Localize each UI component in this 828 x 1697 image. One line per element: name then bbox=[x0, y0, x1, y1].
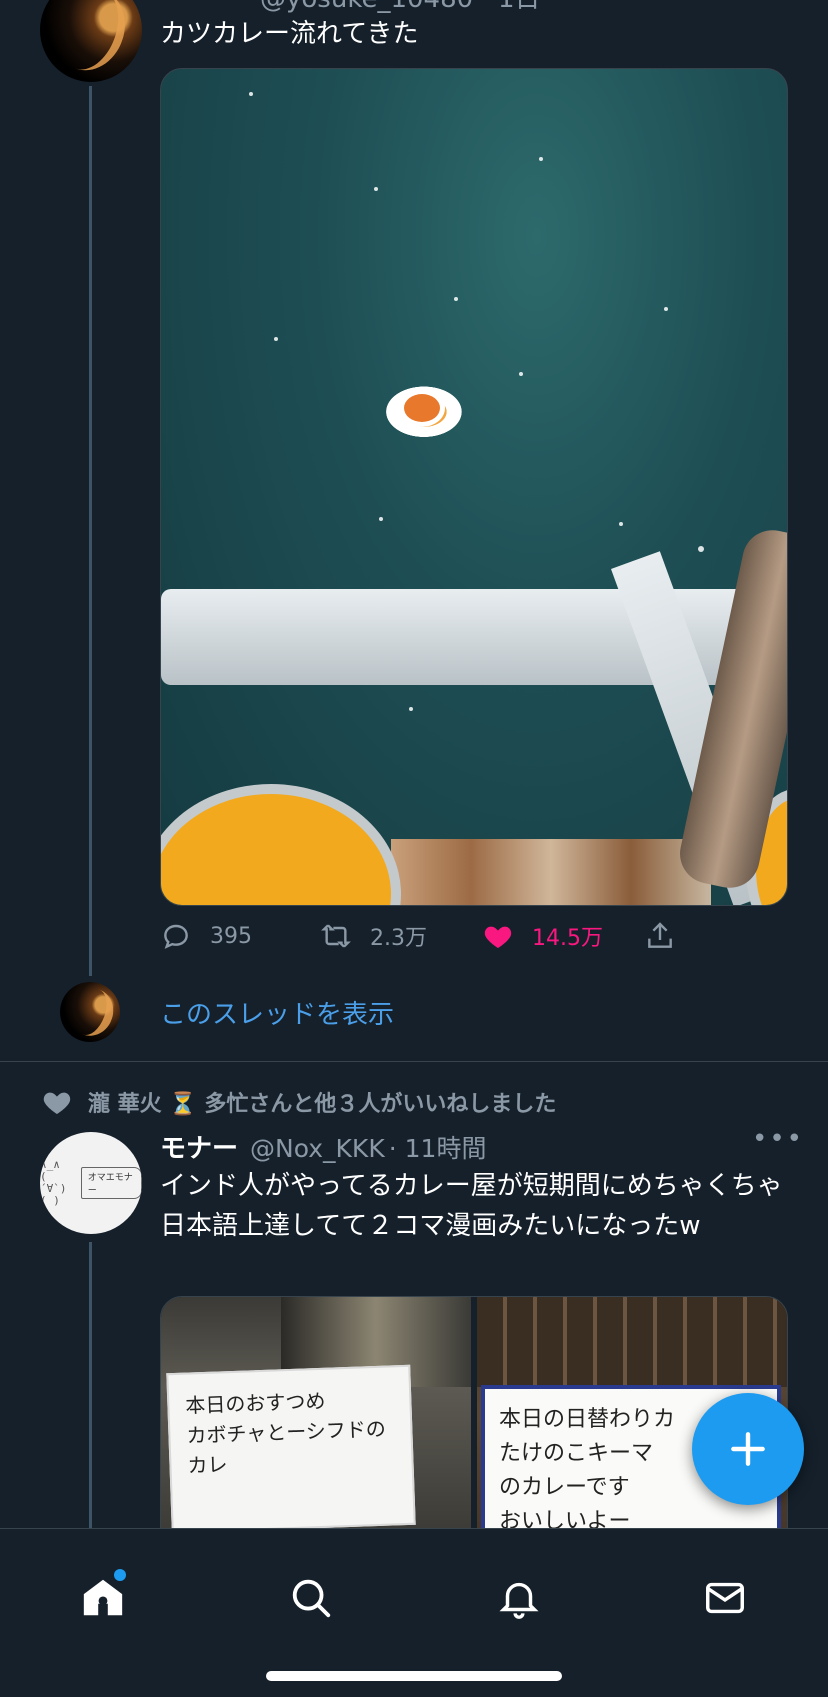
avatar-tag: オマエモナー bbox=[80, 1167, 142, 1199]
display-name[interactable]: モナー bbox=[160, 1128, 238, 1165]
nav-search-tab[interactable] bbox=[288, 1575, 334, 1621]
reply-icon bbox=[164, 924, 188, 949]
whiteboard-1: 本日のおすつめ カボチャとーシフドの カレ bbox=[166, 1364, 416, 1534]
home-icon bbox=[83, 1579, 123, 1616]
thread-avatar-small bbox=[60, 982, 120, 1042]
thread-line bbox=[89, 1242, 92, 1528]
tweet-text: カツカレー流れてきた bbox=[160, 19, 419, 49]
nav-home-tab[interactable] bbox=[80, 1569, 126, 1621]
heart-icon bbox=[43, 1092, 71, 1114]
home-badge-dot bbox=[114, 1569, 126, 1581]
tweet-photo[interactable] bbox=[160, 68, 788, 906]
show-thread-link[interactable]: このスレッドを表示 bbox=[160, 994, 394, 1031]
photo-2-fence bbox=[477, 1297, 787, 1387]
retweet-icon bbox=[321, 924, 351, 948]
thread-line bbox=[89, 86, 92, 976]
tweet-divider bbox=[0, 1061, 828, 1062]
mail-icon bbox=[706, 1582, 744, 1614]
like-action[interactable]: 14.5万 bbox=[482, 920, 603, 952]
social-context: 瀧 華火 ⏳ 多忙さんと他３人がいいねしました bbox=[40, 1086, 556, 1118]
user-avatar[interactable] bbox=[40, 0, 142, 82]
home-indicator bbox=[266, 1671, 562, 1681]
search-icon bbox=[292, 1579, 331, 1618]
bell-icon bbox=[499, 1582, 539, 1619]
mona-ascii-art: ∧_∧( ´∀`)( ) bbox=[40, 1158, 67, 1207]
share-icon bbox=[648, 922, 672, 948]
bottom-navigation bbox=[0, 1528, 828, 1697]
deck-edge bbox=[391, 839, 711, 905]
nav-messages-tab[interactable] bbox=[702, 1575, 748, 1621]
tweet-header-partial: @yosuke_10480 · 1日 bbox=[260, 0, 541, 15]
reply-action[interactable]: 395 bbox=[160, 920, 252, 952]
plus-icon bbox=[731, 1432, 765, 1466]
user-handle[interactable]: @Nox_KKK bbox=[250, 1134, 385, 1163]
reply-count: 395 bbox=[210, 923, 252, 949]
tweet-header: モナー @Nox_KKK · 11時間 bbox=[160, 1128, 486, 1165]
social-context-text: 瀧 華火 ⏳ 多忙さんと他３人がいいねしました bbox=[88, 1092, 557, 1117]
compose-tweet-button[interactable] bbox=[692, 1393, 804, 1505]
share-action[interactable] bbox=[644, 920, 676, 952]
retweet-count: 2.3万 bbox=[370, 926, 427, 951]
nav-notifications-tab[interactable] bbox=[496, 1575, 542, 1621]
curry-dish bbox=[399, 389, 445, 427]
retweet-action[interactable]: 2.3万 bbox=[320, 920, 427, 952]
more-options-icon[interactable]: ••• bbox=[752, 1124, 804, 1154]
tweet-time[interactable]: · 11時間 bbox=[389, 1129, 487, 1165]
like-count: 14.5万 bbox=[532, 926, 603, 951]
heart-filled-icon bbox=[484, 926, 512, 948]
user-avatar[interactable]: ∧_∧( ´∀`)( ) オマエモナー bbox=[40, 1132, 142, 1234]
tweet-text: インド人がやってるカレー屋が短期間にめちゃくちゃ日本語上達してて２コマ漫画みたい… bbox=[160, 1171, 783, 1241]
